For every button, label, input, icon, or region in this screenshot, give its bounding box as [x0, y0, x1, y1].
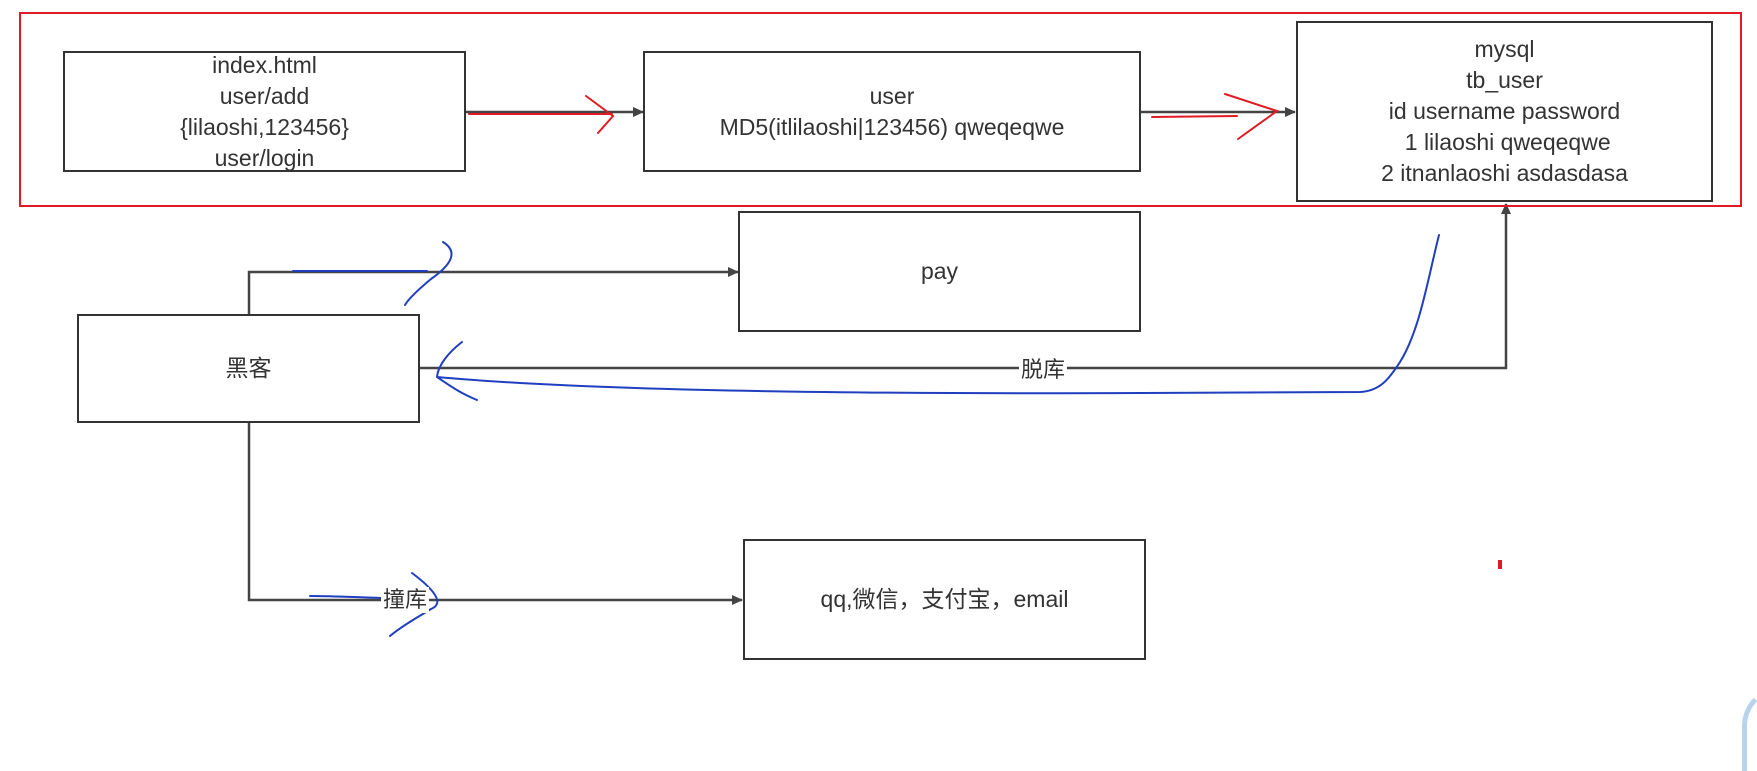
node-pay: pay: [738, 211, 1141, 332]
edge-credential-stuffing: [247, 422, 743, 605]
node-mysql-line-1: mysql: [1474, 36, 1535, 62]
node-mysql-line-2: tb_user: [1466, 67, 1543, 93]
node-mysql-line-3: id username password: [1388, 98, 1621, 124]
node-user-service-line-1: user: [869, 82, 915, 109]
node-client-line-4: user/login: [214, 144, 315, 171]
node-hacker: 黑客: [77, 314, 420, 423]
node-client-line-1: index.html: [212, 51, 317, 78]
node-mysql-line-5: 2 itnanlaoshi asdasdasa: [1381, 160, 1628, 186]
edge-label-drag-db: 脱库: [1019, 357, 1068, 383]
node-mysql: mysql tb_user id username password 1 lil…: [1296, 21, 1713, 202]
red-annotation-mark: [1498, 560, 1502, 569]
node-targets-label: qq,微信，支付宝，email: [820, 586, 1069, 612]
edge-hacker-to-pay: [247, 267, 739, 314]
edge-label-credential-stuffing: 撞库: [381, 587, 430, 613]
node-client-line-3: {lilaoshi,123456}: [180, 113, 349, 140]
node-client-line-2: user/add: [219, 82, 310, 109]
node-hacker-label: 黑客: [225, 355, 272, 381]
node-targets: qq,微信，支付宝，email: [743, 539, 1146, 660]
node-pay-label: pay: [920, 258, 959, 284]
node-mysql-line-4: 1 lilaoshi qweqeqwe: [1398, 129, 1611, 155]
blue-annotation-arrow-pay: [292, 241, 453, 306]
node-user-service-line-2: MD5(itlilaoshi|123456) qweqeqwe: [719, 113, 1065, 140]
node-client: index.html user/add {lilaoshi,123456} us…: [63, 51, 466, 172]
node-user-service: user MD5(itlilaoshi|123456) qweqeqwe: [643, 51, 1141, 172]
